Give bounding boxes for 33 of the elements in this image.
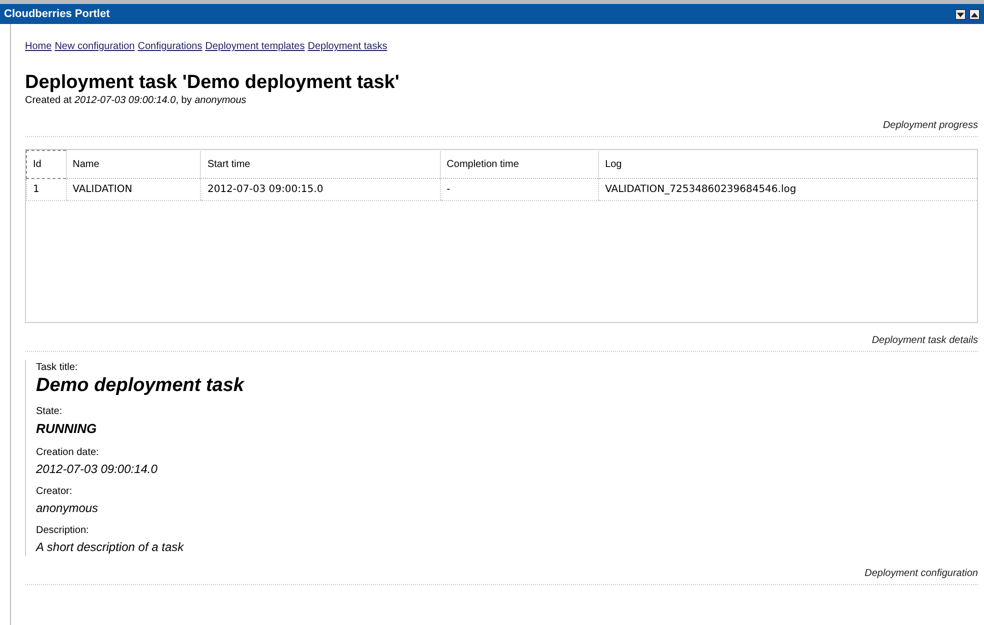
- created-info: Created at 2012-07-03 09:00:14.0, by anonymous: [25, 94, 248, 108]
- table-cell: 1: [26, 178, 66, 201]
- section-title: Deployment task details: [25, 333, 978, 352]
- field-value: 2012-07-03 09:00:14.0: [36, 460, 158, 478]
- nav-link[interactable]: Deployment templates: [205, 41, 305, 52]
- field-label: Creator:: [36, 484, 74, 499]
- column-header[interactable]: Start time: [200, 150, 440, 179]
- column-header[interactable]: Id: [26, 150, 66, 179]
- column-header[interactable]: Name: [66, 150, 201, 179]
- table-cell: -: [440, 178, 599, 201]
- field-label: Creation date:: [36, 446, 100, 460]
- field-label: State:: [36, 405, 64, 420]
- table-cell: VALIDATION_72534860239684546.log: [598, 178, 977, 201]
- nav-link[interactable]: Deployment tasks: [308, 41, 388, 52]
- field-label: Description:: [36, 524, 90, 538]
- window-title: Cloudberries Portlet: [4, 6, 110, 22]
- column-header[interactable]: Completion time: [440, 150, 599, 179]
- field-value: RUNNING: [36, 420, 98, 438]
- maximize-button[interactable]: [969, 8, 980, 20]
- field-value: Demo deployment task: [36, 375, 246, 398]
- minimize-button[interactable]: [955, 8, 966, 20]
- field-label: Task title:: [36, 361, 79, 376]
- column-header[interactable]: Log: [598, 150, 977, 179]
- nav-link[interactable]: Home: [25, 41, 52, 52]
- nav-link[interactable]: Configurations: [138, 41, 202, 52]
- page-heading: Deployment task 'Demo deployment task': [25, 72, 400, 94]
- field-value: anonymous: [36, 500, 100, 517]
- nav-link[interactable]: New configuration: [54, 41, 135, 52]
- section-title: Deployment configuration: [25, 566, 978, 585]
- field-value: A short description of a task: [36, 538, 185, 556]
- table-cell: VALIDATION: [66, 178, 201, 201]
- table-cell: 2012-07-03 09:00:15.0: [200, 178, 440, 201]
- section-title: Deployment progress: [25, 118, 978, 138]
